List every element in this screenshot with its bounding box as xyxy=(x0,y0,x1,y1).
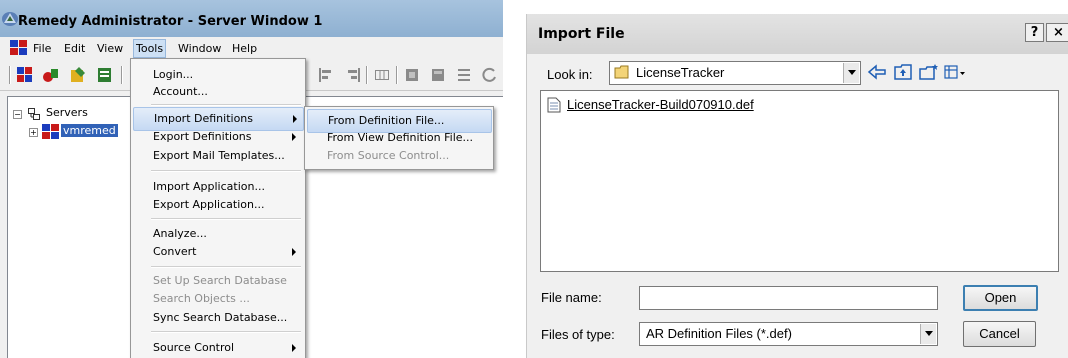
toolbar-separator xyxy=(366,66,368,84)
document-icon xyxy=(547,97,561,113)
menu-item-from-source-control: From Source Control... xyxy=(307,145,490,167)
expand-icon[interactable]: + xyxy=(29,128,38,137)
align-left-icon[interactable] xyxy=(318,67,334,83)
look-in-value: LicenseTracker xyxy=(636,65,725,80)
menu-item-convert[interactable]: Convert xyxy=(133,241,302,263)
dialog-title-bar: Import File ? × xyxy=(527,14,1068,54)
file-name-field[interactable] xyxy=(639,286,938,310)
help-button[interactable]: ? xyxy=(1025,23,1044,42)
look-in-combo[interactable]: LicenseTracker xyxy=(609,61,861,85)
cancel-button[interactable]: Cancel xyxy=(963,321,1036,347)
submenu-arrow-icon xyxy=(293,115,297,123)
menu-separator xyxy=(151,266,301,268)
menu-separator xyxy=(151,218,301,220)
menu-view[interactable]: View xyxy=(95,40,125,57)
menu-window[interactable]: Window xyxy=(176,40,223,57)
files-of-type-label: Files of type: xyxy=(541,327,615,342)
refresh-icon[interactable] xyxy=(482,67,498,83)
close-button[interactable]: × xyxy=(1046,23,1068,42)
menu-item-source-control[interactable]: Source Control xyxy=(133,337,302,358)
submenu-arrow-icon xyxy=(292,344,296,352)
menu-item-export-mail-templates[interactable]: Export Mail Templates... xyxy=(133,145,302,167)
toolbar-grip xyxy=(9,66,11,84)
files-of-type-dropdown-arrow[interactable] xyxy=(920,324,936,344)
menu-item-label: Account... xyxy=(153,85,208,98)
files-of-type-value: AR Definition Files (*.def) xyxy=(646,326,792,341)
properties-icon[interactable] xyxy=(97,67,113,83)
menu-item-export-application[interactable]: Export Application... xyxy=(133,194,302,216)
menu-item-label: From Source Control... xyxy=(327,149,450,162)
menu-item-label: Source Control xyxy=(153,341,235,354)
menu-file[interactable]: File xyxy=(31,40,53,57)
submenu-arrow-icon xyxy=(292,248,296,256)
submenu-arrow-icon xyxy=(292,133,296,141)
server-connect-icon[interactable] xyxy=(43,67,59,83)
dialog-title: Import File xyxy=(538,26,625,42)
toolbar-separator xyxy=(396,66,398,84)
servers-icon xyxy=(28,108,40,120)
file-list[interactable]: LicenseTracker-Build070910.def xyxy=(540,90,1059,272)
menu-bar: File Edit View Tools Window Help xyxy=(0,37,503,59)
layout-icon-3[interactable] xyxy=(456,67,472,83)
look-in-dropdown-arrow[interactable] xyxy=(843,63,859,83)
server-icon xyxy=(42,124,59,139)
back-icon[interactable] xyxy=(867,63,887,81)
view-menu-icon[interactable] xyxy=(943,63,967,81)
remedy-administrator-window: Remedy Administrator - Server Window 1 F… xyxy=(0,0,503,358)
toolbar-separator xyxy=(121,66,123,84)
layout-icon-2[interactable] xyxy=(430,67,446,83)
layout-icon-1[interactable] xyxy=(404,67,420,83)
remedy-app-icon xyxy=(2,12,18,26)
tree-server-item[interactable]: vmremed xyxy=(61,124,118,137)
look-in-label: Look in: xyxy=(547,67,593,82)
title-bar: Remedy Administrator - Server Window 1 xyxy=(0,0,503,37)
menu-item-label: Export Mail Templates... xyxy=(153,149,285,162)
window-title: Remedy Administrator - Server Window 1 xyxy=(18,14,323,29)
wizard-icon[interactable] xyxy=(70,67,86,83)
open-button[interactable]: Open xyxy=(963,285,1038,311)
up-one-level-icon[interactable] xyxy=(893,63,913,81)
import-definitions-submenu: From Definition File... From View Defini… xyxy=(304,106,494,170)
menu-edit[interactable]: Edit xyxy=(62,40,87,57)
menu-separator xyxy=(151,170,301,172)
menu-tools[interactable]: Tools xyxy=(133,39,167,58)
tree-servers-label[interactable]: Servers xyxy=(46,106,88,119)
menu-item-sync-search-database[interactable]: Sync Search Database... xyxy=(133,307,302,329)
server-tree: − Servers + vmremed xyxy=(7,96,132,358)
menu-item-account[interactable]: Account... xyxy=(133,81,302,103)
file-name-label: File name: xyxy=(541,290,602,305)
menu-item-label: Export Application... xyxy=(153,198,265,211)
file-name-text: LicenseTracker-Build070910.def xyxy=(567,97,754,112)
new-object-icon[interactable] xyxy=(17,67,33,83)
align-right-icon[interactable] xyxy=(345,67,361,83)
menu-item-label: Convert xyxy=(153,245,197,258)
menu-item-label: Sync Search Database... xyxy=(153,311,288,324)
tools-menu: Login... Account... Import Definitions E… xyxy=(130,58,306,358)
folder-icon xyxy=(614,65,629,79)
menu-separator xyxy=(151,104,301,106)
new-folder-icon[interactable] xyxy=(919,63,939,81)
collapse-icon[interactable]: − xyxy=(13,110,22,119)
server-window-icon xyxy=(10,40,27,55)
menu-help[interactable]: Help xyxy=(230,40,259,57)
grid-icon[interactable] xyxy=(374,67,390,83)
import-file-dialog: Import File ? × Look in: LicenseTracker … xyxy=(526,14,1068,358)
menu-separator xyxy=(151,331,301,333)
files-of-type-combo[interactable]: AR Definition Files (*.def) xyxy=(639,322,938,346)
